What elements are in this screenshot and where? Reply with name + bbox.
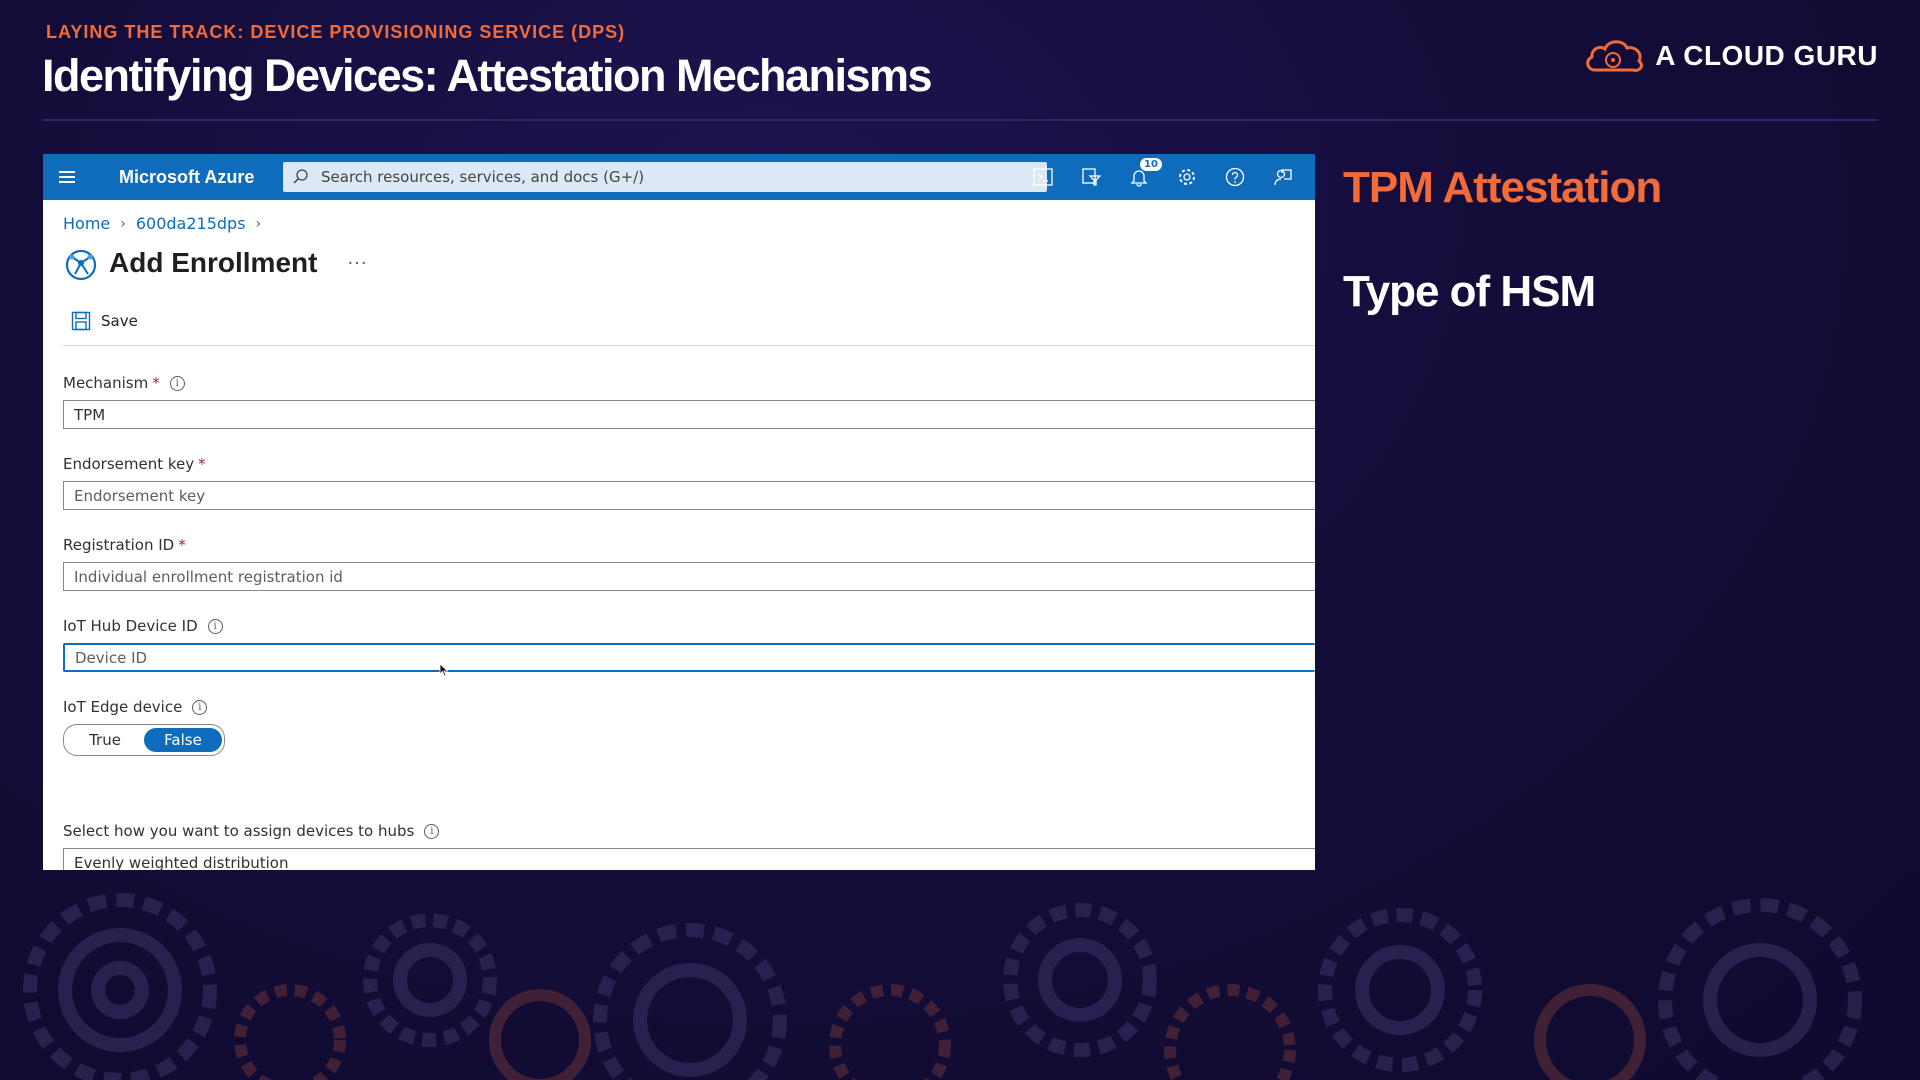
side-heading-hsm: Type of HSM: [1343, 267, 1596, 316]
assign-hubs-select[interactable]: Evenly weighted distribution: [63, 848, 1315, 870]
toggle-option-true[interactable]: True: [66, 728, 144, 752]
portal-topbar: Microsoft Azure Search resources, servic…: [43, 154, 1315, 200]
iot-hub-device-id-field: IoT Hub Device ID i Device ID: [63, 617, 1315, 672]
cloud-shell-button[interactable]: [1019, 154, 1067, 200]
mechanism-field: Mechanism * i TPM: [63, 374, 1315, 429]
breadcrumb: Home › 600da215dps ›: [63, 214, 1315, 233]
chevron-right-icon: ›: [255, 215, 262, 232]
directory-filter-icon: [1082, 168, 1101, 186]
page-title: Add Enrollment: [109, 247, 318, 278]
brand-logo: A CLOUD GURU: [1583, 36, 1878, 76]
slide-divider: [42, 119, 1878, 121]
required-marker: *: [152, 374, 160, 392]
info-icon[interactable]: i: [207, 618, 223, 634]
feedback-icon: [1274, 169, 1292, 186]
blade-content: Home › 600da215dps › Add Enrollment ···: [43, 214, 1315, 870]
brand-name: A CLOUD GURU: [1655, 40, 1878, 71]
cloud-logo-icon: [1586, 40, 1644, 72]
help-button[interactable]: [1211, 154, 1259, 200]
required-marker: *: [178, 536, 186, 554]
iot-edge-device-field: IoT Edge device i True False: [63, 698, 1315, 756]
iot-hub-device-id-input[interactable]: Device ID: [63, 643, 1315, 672]
slide-title: Identifying Devices: Attestation Mechani…: [42, 50, 933, 101]
help-icon: [1225, 167, 1245, 187]
cloud-shell-icon: [1033, 168, 1053, 186]
registration-id-label: Registration ID *: [63, 536, 186, 554]
toggle-option-false[interactable]: False: [144, 728, 222, 752]
mechanism-label: Mechanism * i: [63, 374, 1315, 392]
chevron-right-icon: ›: [120, 215, 126, 232]
assign-hubs-label: Select how you want to assign devices to…: [63, 822, 1315, 840]
directory-filter-button[interactable]: [1067, 154, 1115, 200]
search-placeholder: Search resources, services, and docs (G+…: [321, 168, 645, 186]
side-heading-tpm: TPM Attestation: [1343, 163, 1662, 212]
breadcrumb-dps[interactable]: 600da215dps: [136, 214, 246, 233]
hamburger-icon: [59, 176, 75, 178]
search-icon: [293, 169, 308, 184]
topbar-icons: 10: [1019, 154, 1307, 200]
mechanism-select[interactable]: TPM: [63, 400, 1315, 429]
iot-hub-device-id-label: IoT Hub Device ID i: [63, 617, 1315, 635]
endorsement-key-label: Endorsement key *: [63, 455, 206, 473]
registration-id-field: Registration ID * Individual enrollment …: [63, 536, 1315, 591]
info-icon[interactable]: i: [424, 823, 440, 839]
info-icon[interactable]: i: [192, 699, 208, 715]
command-bar: Save: [63, 311, 1315, 346]
required-marker: *: [198, 455, 206, 473]
notifications-button[interactable]: 10: [1115, 154, 1163, 200]
endorsement-key-field: Endorsement key * Endorsement key: [63, 455, 1315, 510]
breadcrumb-home[interactable]: Home: [63, 214, 110, 233]
hamburger-menu-button[interactable]: [43, 154, 91, 200]
search-input[interactable]: Search resources, services, and docs (G+…: [283, 162, 1047, 192]
more-options-button[interactable]: ···: [347, 253, 367, 274]
feedback-button[interactable]: [1259, 154, 1307, 200]
endorsement-key-input[interactable]: Endorsement key: [63, 481, 1315, 510]
settings-button[interactable]: [1163, 154, 1211, 200]
assign-hubs-field: Select how you want to assign devices to…: [63, 822, 1315, 870]
dps-service-icon: [65, 249, 97, 281]
azure-portal-window: Microsoft Azure Search resources, servic…: [43, 154, 1315, 870]
notification-badge: 10: [1140, 158, 1162, 171]
iot-edge-device-toggle: True False: [63, 724, 225, 756]
save-icon: [71, 311, 91, 331]
page-header: Add Enrollment ···: [63, 245, 1315, 281]
save-button[interactable]: Save: [71, 311, 138, 331]
slide-kicker: LAYING THE TRACK: DEVICE PROVISIONING SE…: [46, 22, 626, 42]
settings-icon: [1179, 169, 1195, 185]
info-icon[interactable]: i: [169, 375, 185, 391]
save-label: Save: [101, 312, 138, 330]
iot-edge-device-label: IoT Edge device i: [63, 698, 1315, 716]
registration-id-input[interactable]: Individual enrollment registration id: [63, 562, 1315, 591]
mouse-cursor-icon: [439, 663, 449, 677]
portal-name[interactable]: Microsoft Azure: [119, 167, 254, 188]
gears-decoration: [23, 893, 1862, 1080]
